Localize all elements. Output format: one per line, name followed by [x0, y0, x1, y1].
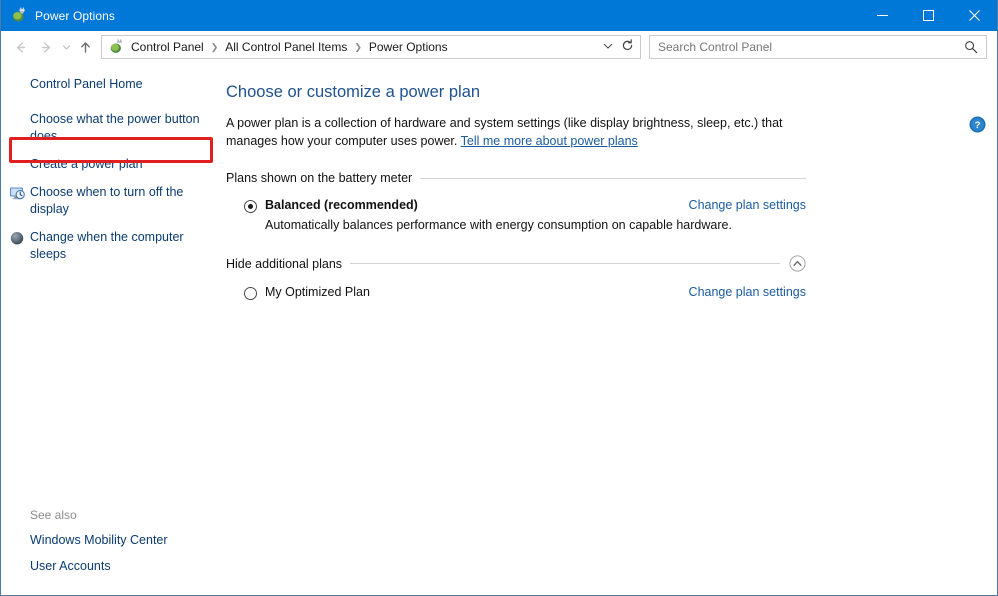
chevron-up-circle-icon[interactable]: [789, 255, 806, 272]
window-title: Power Options: [35, 9, 859, 23]
recent-locations-chevron-icon[interactable]: [59, 34, 73, 60]
window-body: Control Panel Home Choose what the power…: [1, 63, 997, 595]
up-arrow-icon[interactable]: [73, 34, 97, 60]
group-divider: [420, 178, 806, 179]
breadcrumb-separator-icon: ❯: [349, 42, 367, 53]
sidebar-item-label: Choose what the power button does: [30, 112, 200, 143]
sidebar-item-create-power-plan[interactable]: Create a power plan: [1, 156, 223, 173]
power-options-window: Power Options: [0, 0, 998, 596]
sidebar-item-power-button[interactable]: Choose what the power button does: [1, 111, 223, 145]
group-divider: [350, 263, 780, 264]
search-icon[interactable]: [962, 40, 986, 54]
sidebar-item-turn-off-display[interactable]: Choose when to turn off the display: [1, 184, 223, 218]
breadcrumb-item-all-control-panel-items[interactable]: All Control Panel Items: [223, 40, 349, 54]
sidebar: Control Panel Home Choose what the power…: [1, 63, 223, 595]
intro-text: A power plan is a collection of hardware…: [226, 115, 809, 150]
plan-radio-balanced[interactable]: [244, 200, 257, 213]
plan-radio-my-optimized-plan[interactable]: [244, 287, 257, 300]
search-box[interactable]: [649, 35, 987, 59]
navigation-bar: Control Panel ❯ All Control Panel Items …: [1, 31, 997, 63]
back-arrow-icon[interactable]: [7, 34, 33, 60]
maximize-button[interactable]: [905, 0, 951, 31]
see-also-link-windows-mobility-center[interactable]: Windows Mobility Center: [30, 532, 223, 549]
plan-name-balanced: Balanced (recommended): [265, 198, 677, 212]
address-bar[interactable]: Control Panel ❯ All Control Panel Items …: [101, 35, 641, 59]
group-header-battery-meter: Plans shown on the battery meter: [226, 171, 806, 185]
change-plan-settings-link-balanced[interactable]: Change plan settings: [677, 198, 806, 212]
minimize-button[interactable]: [859, 0, 905, 31]
help-icon[interactable]: ?: [969, 116, 986, 133]
see-also-link-user-accounts[interactable]: User Accounts: [30, 558, 223, 575]
svg-text:?: ?: [975, 120, 981, 131]
power-plug-icon: [10, 7, 27, 24]
monitor-clock-icon: [9, 185, 25, 201]
sidebar-item-control-panel-home[interactable]: Control Panel Home: [1, 76, 223, 93]
sidebar-item-computer-sleeps[interactable]: Change when the computer sleeps: [1, 229, 223, 263]
see-also-section: See also Windows Mobility Center User Ac…: [1, 508, 223, 584]
sidebar-item-label: Choose when to turn off the display: [30, 185, 183, 216]
moon-icon: [9, 230, 25, 246]
sidebar-item-label: Create a power plan: [30, 157, 143, 171]
breadcrumb-item-power-options[interactable]: Power Options: [367, 40, 450, 54]
chevron-down-icon[interactable]: [599, 41, 621, 53]
power-plug-icon: [108, 39, 124, 55]
breadcrumb-separator-icon: ❯: [206, 42, 224, 53]
change-plan-settings-link-my-optimized-plan[interactable]: Change plan settings: [677, 285, 806, 299]
page-title: Choose or customize a power plan: [226, 81, 967, 103]
see-also-label: See also: [30, 508, 223, 522]
plan-row-my-optimized-plan[interactable]: My Optimized Plan Change plan settings: [226, 285, 806, 300]
title-bar: Power Options: [1, 0, 997, 31]
content-pane: ? Choose or customize a power plan A pow…: [223, 63, 997, 595]
plan-name-my-optimized-plan: My Optimized Plan: [265, 285, 677, 299]
search-input[interactable]: [650, 40, 962, 54]
forward-arrow-icon[interactable]: [33, 34, 59, 60]
plan-description-balanced: Automatically balances performance with …: [226, 217, 967, 234]
group-title: Plans shown on the battery meter: [226, 171, 420, 185]
tell-me-more-link[interactable]: Tell me more about power plans: [461, 134, 638, 148]
close-button[interactable]: [951, 0, 997, 31]
plan-row-balanced[interactable]: Balanced (recommended) Change plan setti…: [226, 198, 806, 213]
sidebar-item-label: Change when the computer sleeps: [30, 230, 184, 261]
sidebar-item-label: Control Panel Home: [30, 77, 143, 91]
group-header-additional-plans: Hide additional plans: [226, 255, 806, 272]
refresh-icon[interactable]: [621, 39, 640, 55]
breadcrumb-item-control-panel[interactable]: Control Panel: [129, 40, 206, 54]
group-title: Hide additional plans: [226, 257, 350, 271]
